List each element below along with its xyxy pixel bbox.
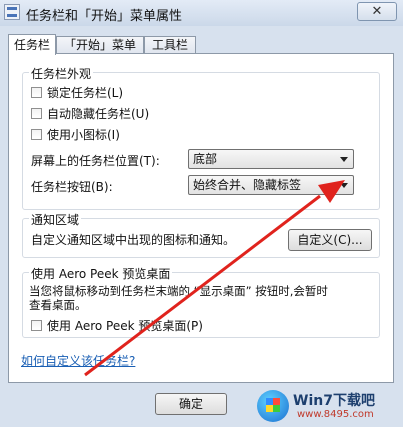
taskbar-buttons-select[interactable]: 始终合并、隐藏标签 [188, 175, 354, 195]
tab-start-menu[interactable]: 「开始」菜单 [56, 36, 144, 54]
win7-logo-icon [257, 390, 289, 422]
taskbar-buttons-label: 任务栏按钮(B): [31, 180, 113, 194]
lock-taskbar-checkbox[interactable] [31, 87, 42, 98]
tab-taskbar[interactable]: 任务栏 [8, 34, 56, 55]
auto-hide-checkbox[interactable] [31, 108, 42, 119]
taskbar-position-label: 屏幕上的任务栏位置(T): [31, 154, 160, 168]
chevron-down-icon [340, 183, 348, 188]
tab-panel: 任务栏外观 锁定任务栏(L) 自动隐藏任务栏(U) 使用小图标(I) 屏幕上的任… [8, 53, 394, 383]
taskbar-position-value: 底部 [193, 152, 218, 166]
customize-notification-button[interactable]: 自定义(C)... [288, 229, 372, 251]
lock-taskbar-label: 锁定任务栏(L) [47, 86, 124, 100]
small-icons-label: 使用小图标(I) [47, 128, 120, 142]
taskbar-position-select[interactable]: 底部 [188, 149, 354, 169]
ok-button[interactable]: 确定 [155, 393, 227, 415]
notification-group-title: 通知区域 [29, 211, 82, 228]
notification-group: 通知区域 自定义通知区域中出现的图标和通知。 自定义(C)... [22, 211, 380, 258]
taskbar-properties-icon [4, 4, 20, 20]
tab-toolbars[interactable]: 工具栏 [144, 36, 196, 54]
aero-peek-group-title: 使用 Aero Peek 预览桌面 [29, 265, 173, 282]
aero-peek-checkbox[interactable] [31, 320, 42, 331]
watermark-url: www.8495.com [297, 409, 374, 420]
lock-taskbar-option[interactable]: 锁定任务栏(L) [31, 84, 123, 101]
appearance-group: 任务栏外观 锁定任务栏(L) 自动隐藏任务栏(U) 使用小图标(I) 屏幕上的任… [22, 65, 380, 210]
watermark: Win7下载吧 www.8495.com [257, 388, 397, 424]
notification-description: 自定义通知区域中出现的图标和通知。 [31, 233, 236, 247]
aero-peek-description-line2: 查看桌面。 [29, 298, 87, 312]
watermark-site: Win7下载吧 [293, 393, 375, 409]
appearance-group-title: 任务栏外观 [29, 65, 94, 82]
title-bar: 任务栏和「开始」菜单属性 ✕ [0, 0, 403, 26]
aero-peek-option[interactable]: 使用 Aero Peek 预览桌面(P) [31, 317, 203, 334]
small-icons-checkbox[interactable] [31, 129, 42, 140]
close-button[interactable]: ✕ [357, 2, 397, 21]
aero-peek-label: 使用 Aero Peek 预览桌面(P) [47, 319, 203, 333]
small-icons-option[interactable]: 使用小图标(I) [31, 126, 120, 143]
customize-taskbar-help-link[interactable]: 如何自定义该任务栏? [21, 352, 135, 369]
chevron-down-icon [340, 157, 348, 162]
auto-hide-label: 自动隐藏任务栏(U) [47, 107, 150, 121]
taskbar-buttons-value: 始终合并、隐藏标签 [193, 178, 302, 192]
aero-peek-group: 使用 Aero Peek 预览桌面 当您将鼠标移动到任务栏末端的 “显示桌面” … [22, 265, 380, 338]
window-title: 任务栏和「开始」菜单属性 [26, 9, 183, 24]
auto-hide-option[interactable]: 自动隐藏任务栏(U) [31, 105, 149, 122]
